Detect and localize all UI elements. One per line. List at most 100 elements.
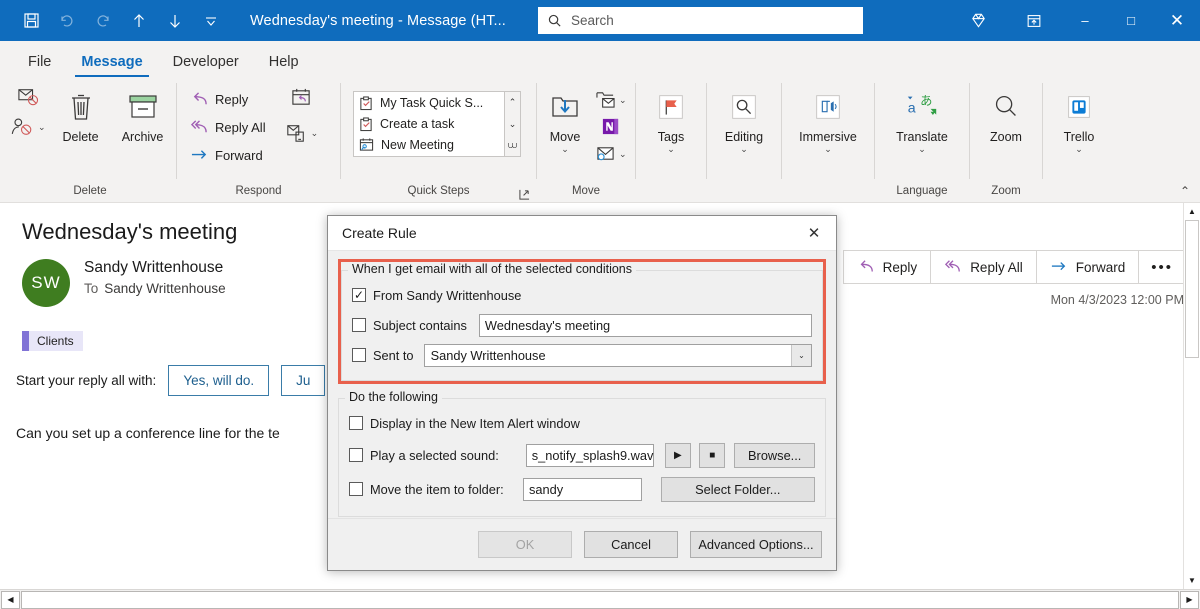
- block-sender-icon[interactable]: ⌄: [10, 114, 46, 139]
- reply-all-button[interactable]: Reply All: [930, 250, 1036, 284]
- maximize-button[interactable]: □: [1108, 0, 1154, 41]
- close-button[interactable]: ✕: [1154, 0, 1200, 41]
- next-item-icon[interactable]: [158, 6, 192, 36]
- vertical-scrollbar[interactable]: ▲ ▼: [1183, 203, 1200, 589]
- rules-button[interactable]: ⌄: [595, 87, 627, 112]
- chevron-down-icon[interactable]: ⌄: [619, 96, 627, 104]
- undo-icon[interactable]: [50, 6, 84, 36]
- play-sound-checkbox[interactable]: [349, 448, 363, 462]
- quick-steps-dialog-launcher[interactable]: [519, 189, 530, 200]
- recipient-name[interactable]: Sandy Writtenhouse: [104, 281, 225, 296]
- scroll-up-icon[interactable]: ⌃: [509, 92, 517, 113]
- chevron-down-icon[interactable]: ⌄: [619, 150, 627, 158]
- display-alert-checkbox[interactable]: [349, 416, 363, 430]
- cancel-button[interactable]: Cancel: [584, 531, 678, 558]
- tags-button[interactable]: Tags ⌄: [640, 83, 702, 153]
- condition-row-from[interactable]: From Sandy Writtenhouse: [352, 280, 812, 310]
- folder-input[interactable]: sandy: [523, 478, 642, 501]
- scroll-right-icon[interactable]: ▶: [1180, 591, 1199, 609]
- customize-quick-access-toolbar-icon[interactable]: [194, 6, 228, 36]
- sent-to-combobox[interactable]: Sandy Writtenhouse ⌄: [424, 344, 812, 367]
- ribbon-display-options-icon[interactable]: [1006, 0, 1062, 41]
- vertical-scroll-track[interactable]: [1184, 220, 1200, 572]
- chevron-down-icon[interactable]: ⌄: [667, 145, 675, 153]
- onenote-icon[interactable]: [601, 117, 620, 136]
- quick-steps-more-icon[interactable]: ⩊: [508, 135, 517, 156]
- suggested-reply-button[interactable]: Yes, will do.: [168, 365, 269, 396]
- quick-step-item[interactable]: My Task Quick S...: [354, 93, 504, 114]
- action-row-sound[interactable]: Play a selected sound: s_notify_splash9.…: [349, 438, 815, 472]
- archive-button[interactable]: Archive: [112, 83, 174, 144]
- more-respond-icon[interactable]: ⌄: [285, 120, 319, 145]
- chevron-down-icon[interactable]: ⌄: [740, 145, 748, 153]
- tab-developer[interactable]: Developer: [159, 50, 253, 77]
- scroll-down-icon[interactable]: ⌄: [509, 114, 517, 135]
- move-to-folder-checkbox[interactable]: [349, 482, 363, 496]
- chevron-down-icon[interactable]: ⌄: [824, 145, 832, 153]
- editing-button[interactable]: Editing ⌄: [711, 83, 777, 153]
- chevron-down-icon[interactable]: ⌄: [918, 145, 926, 153]
- calendar-reply-icon[interactable]: [290, 87, 313, 108]
- horizontal-scroll-track[interactable]: [21, 591, 1179, 609]
- subject-checkbox[interactable]: [352, 318, 366, 332]
- stop-sound-button[interactable]: ■: [699, 443, 725, 468]
- tab-help[interactable]: Help: [255, 50, 313, 77]
- scroll-left-icon[interactable]: ◀: [1, 591, 20, 609]
- condition-row-sent-to[interactable]: Sent to Sandy Writtenhouse ⌄: [352, 340, 812, 370]
- action-row-move[interactable]: Move the item to folder: sandy Select Fo…: [349, 472, 815, 506]
- reply-button[interactable]: Reply: [185, 87, 271, 112]
- trello-button[interactable]: Trello ⌄: [1048, 83, 1110, 153]
- move-button[interactable]: Move ⌄: [539, 83, 591, 153]
- chevron-down-icon[interactable]: ⌄: [38, 123, 46, 131]
- sender-name[interactable]: Sandy Writtenhouse: [84, 259, 226, 277]
- chevron-down-icon[interactable]: ⌄: [1075, 145, 1083, 153]
- sound-file-input[interactable]: s_notify_splash9.wav: [526, 444, 654, 467]
- quick-steps-scrollbar[interactable]: ⌃ ⌄ ⩊: [505, 91, 521, 157]
- category-tag[interactable]: Clients: [22, 331, 83, 351]
- delete-button[interactable]: Delete: [50, 83, 112, 144]
- scroll-down-icon[interactable]: ▼: [1184, 572, 1200, 589]
- immersive-button[interactable]: Immersive ⌄: [785, 83, 871, 153]
- reply-button[interactable]: Reply: [843, 250, 931, 284]
- sent-to-checkbox[interactable]: [352, 348, 366, 362]
- collapse-ribbon-icon[interactable]: ⌃: [1180, 184, 1190, 198]
- tab-file[interactable]: File: [14, 50, 65, 77]
- search-input[interactable]: Search: [538, 7, 863, 34]
- suggested-reply-button[interactable]: Ju: [281, 365, 325, 396]
- zoom-button[interactable]: Zoom: [975, 83, 1037, 144]
- quick-steps-list[interactable]: My Task Quick S... Create a task: [353, 91, 505, 157]
- subject-input[interactable]: Wednesday's meeting: [479, 314, 812, 337]
- chevron-down-icon[interactable]: ⌄: [561, 145, 569, 153]
- previous-item-icon[interactable]: [122, 6, 156, 36]
- reply-all-button[interactable]: Reply All: [185, 115, 271, 140]
- redo-icon[interactable]: [86, 6, 120, 36]
- ribbon-group-language: a あ Translate ⌄ Language: [875, 77, 969, 203]
- quick-step-item[interactable]: Create a task: [354, 114, 504, 135]
- vertical-scroll-thumb[interactable]: [1185, 220, 1199, 358]
- minimize-button[interactable]: –: [1062, 0, 1108, 41]
- actions-button[interactable]: ⌄: [595, 141, 627, 166]
- play-sound-button[interactable]: ▶: [665, 443, 691, 468]
- advanced-options-button[interactable]: Advanced Options...: [690, 531, 822, 558]
- scroll-up-icon[interactable]: ▲: [1184, 203, 1200, 220]
- action-row-alert[interactable]: Display in the New Item Alert window: [349, 408, 815, 438]
- save-icon[interactable]: [14, 6, 48, 36]
- translate-button[interactable]: a あ Translate ⌄: [878, 83, 966, 153]
- ok-button[interactable]: OK: [478, 531, 572, 558]
- chevron-down-icon[interactable]: ⌄: [791, 345, 811, 366]
- tab-message[interactable]: Message: [67, 50, 156, 77]
- forward-button[interactable]: Forward: [1036, 250, 1139, 284]
- from-checkbox[interactable]: [352, 288, 366, 302]
- chevron-down-icon[interactable]: ⌄: [311, 129, 319, 137]
- browse-button[interactable]: Browse...: [734, 443, 815, 468]
- quick-step-item[interactable]: New Meeting: [354, 134, 504, 155]
- horizontal-scrollbar[interactable]: ◀ ▶: [0, 589, 1200, 609]
- more-actions-button[interactable]: •••: [1138, 250, 1186, 284]
- ignore-message-icon[interactable]: [16, 87, 40, 107]
- to-label: To: [84, 281, 98, 296]
- close-icon[interactable]: ✕: [792, 216, 836, 251]
- select-folder-button[interactable]: Select Folder...: [661, 477, 815, 502]
- diamond-icon[interactable]: [950, 0, 1006, 41]
- condition-row-subject[interactable]: Subject contains Wednesday's meeting: [352, 310, 812, 340]
- forward-button[interactable]: Forward: [185, 143, 271, 168]
